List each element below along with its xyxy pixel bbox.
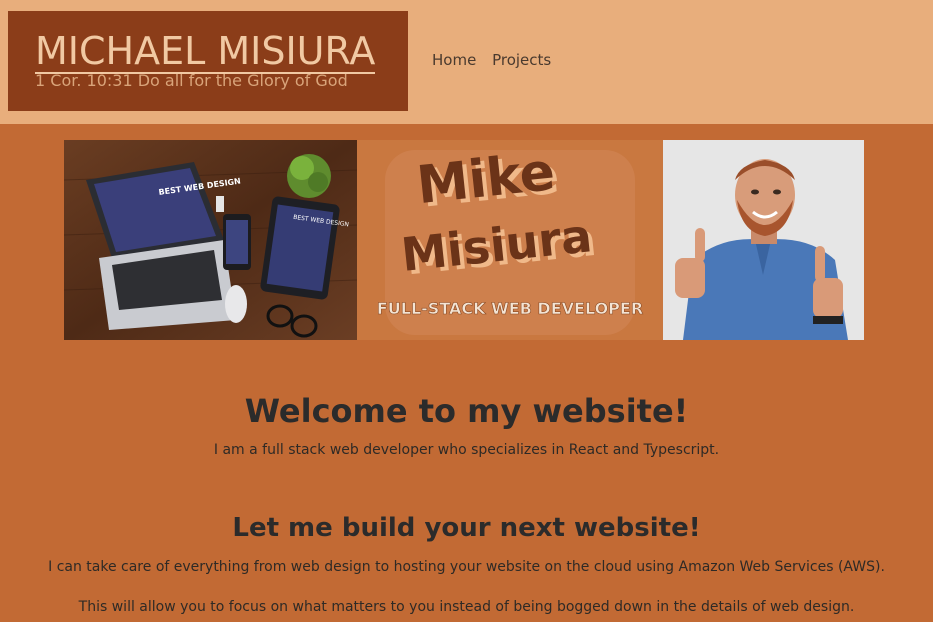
name-title-image: Mike Mike Misiura Misiura FULL-STACK WEB… <box>357 140 663 340</box>
logo-name: MICHAEL MISIURA <box>35 29 376 74</box>
name-title-graphic: Mike Mike Misiura Misiura FULL-STACK WEB… <box>357 140 663 340</box>
welcome-heading: Welcome to my website! <box>244 392 689 430</box>
title-subtitle: FULL-STACK WEB DEVELOPER <box>377 299 643 318</box>
benefit-text: This will allow you to focus on what mat… <box>78 599 855 615</box>
profile-photo <box>663 140 864 340</box>
devices-illustration: BEST WEB DESIGN BEST WEB DESIGN <box>64 140 357 340</box>
logo-verse: 1 Cor. 10:31 Do all for the Glory of God <box>35 71 348 90</box>
person-photo-illustration <box>663 140 864 340</box>
site-header: MICHAEL MISIURA 1 Cor. 10:31 Do all for … <box>0 0 933 124</box>
build-heading: Let me build your next website! <box>232 513 701 543</box>
devices-image: BEST WEB DESIGN BEST WEB DESIGN <box>64 140 357 340</box>
nav-link-projects[interactable]: Projects <box>492 51 551 69</box>
nav-link-home[interactable]: Home <box>432 51 476 69</box>
intro-text: I am a full stack web developer who spec… <box>213 442 720 458</box>
services-text: I can take care of everything from web d… <box>48 559 885 575</box>
site-logo[interactable]: MICHAEL MISIURA 1 Cor. 10:31 Do all for … <box>8 11 408 111</box>
main-nav: Home Projects <box>432 51 562 69</box>
